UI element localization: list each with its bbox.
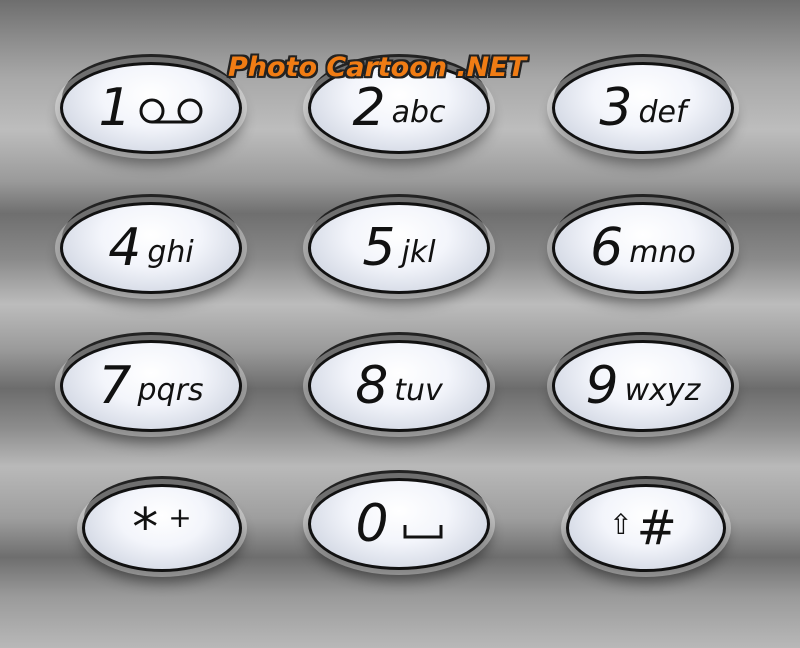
key-4[interactable]: 4 ghi: [60, 202, 242, 294]
key-letters: def: [638, 95, 687, 130]
key-letters: ghi: [147, 235, 194, 270]
key-6[interactable]: 6 mno: [552, 202, 734, 294]
key-8[interactable]: 8 tuv: [308, 340, 490, 432]
space-icon: [403, 523, 443, 543]
key-digit: *: [132, 498, 159, 558]
key-digit: 8: [355, 356, 389, 416]
key-letters: abc: [391, 95, 446, 130]
key-digit: 6: [590, 218, 624, 278]
key-digit: 1: [98, 78, 132, 138]
key-digit: 7: [98, 356, 132, 416]
key-letters: wxyz: [624, 373, 701, 408]
key-letters: jkl: [401, 235, 436, 270]
key-digit: 4: [108, 218, 142, 278]
key-7[interactable]: 7 pqrs: [60, 340, 242, 432]
voicemail-icon: [138, 97, 204, 129]
key-3[interactable]: 3 def: [552, 62, 734, 154]
key-letters: mno: [629, 235, 696, 270]
key-star[interactable]: * +: [82, 484, 242, 572]
key-0[interactable]: 0: [308, 478, 490, 570]
key-digit: #: [636, 500, 677, 556]
key-digit: 9: [585, 356, 619, 416]
key-digit: 2: [352, 78, 386, 138]
watermark-logo: Photo Cartoon .NET: [228, 52, 527, 83]
key-letters: +: [168, 500, 192, 534]
key-digit: 5: [362, 218, 396, 278]
key-digit: 3: [599, 78, 633, 138]
key-letters: pqrs: [137, 373, 204, 408]
key-letters: tuv: [394, 373, 443, 408]
key-digit: 0: [355, 494, 389, 554]
key-9[interactable]: 9 wxyz: [552, 340, 734, 432]
key-5[interactable]: 5 jkl: [308, 202, 490, 294]
key-hash[interactable]: ⇧ #: [566, 484, 726, 572]
shift-icon: ⇧: [609, 507, 633, 541]
key-1[interactable]: 1: [60, 62, 242, 154]
